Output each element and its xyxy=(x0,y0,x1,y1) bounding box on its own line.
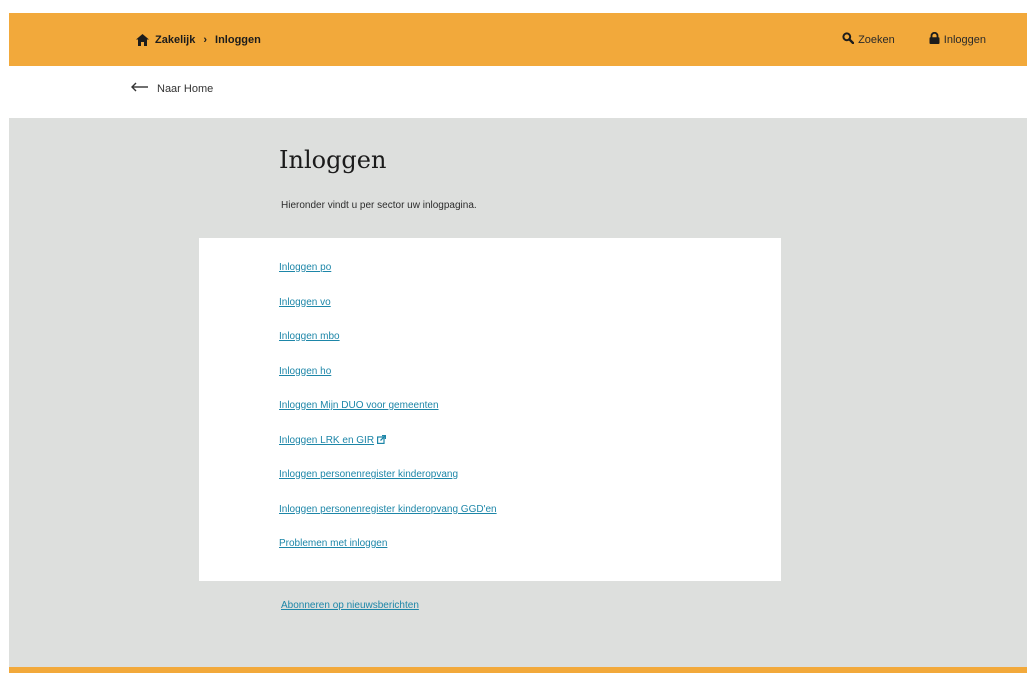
arrow-left-icon xyxy=(131,82,149,95)
login-label: Inloggen xyxy=(943,33,986,46)
list-item: Inloggen mbo xyxy=(279,331,497,366)
breadcrumb-separator: › xyxy=(203,33,208,46)
main-content: Inloggen Hieronder vindt u per sector uw… xyxy=(9,118,1027,667)
link-inloggen-personenregister[interactable]: Inloggen personenregister kinderopvang xyxy=(279,469,458,480)
link-inloggen-personenregister-ggd[interactable]: Inloggen personenregister kinderopvang G… xyxy=(279,504,497,515)
intro-text: Hieronder vindt u per sector uw inlogpag… xyxy=(281,200,477,211)
back-to-home-link[interactable]: Naar Home xyxy=(131,82,213,95)
page: Zakelijk › Inloggen Zoeken Inloggen Naar… xyxy=(0,0,1027,673)
back-navigation-bar: Naar Home xyxy=(9,66,1027,118)
link-inloggen-lrk-gir[interactable]: Inloggen LRK en GIR xyxy=(279,435,374,446)
breadcrumb-current: Inloggen xyxy=(215,33,261,46)
list-item: Inloggen ho xyxy=(279,366,497,401)
link-inloggen-mbo[interactable]: Inloggen mbo xyxy=(279,331,340,342)
login-links-card: Inloggen po Inloggen vo Inloggen mbo Inl… xyxy=(199,238,781,581)
home-icon[interactable] xyxy=(136,33,149,46)
search-icon xyxy=(842,32,855,47)
link-inloggen-mijn-duo-gemeenten[interactable]: Inloggen Mijn DUO voor gemeenten xyxy=(279,400,439,411)
link-inloggen-ho[interactable]: Inloggen ho xyxy=(279,366,331,377)
breadcrumb: Zakelijk › Inloggen xyxy=(136,13,261,66)
list-item: Inloggen LRK en GIR xyxy=(279,434,497,470)
login-links-list: Inloggen po Inloggen vo Inloggen mbo Inl… xyxy=(279,262,497,573)
breadcrumb-zakelijk[interactable]: Zakelijk xyxy=(155,34,195,46)
top-header-bar: Zakelijk › Inloggen Zoeken Inloggen xyxy=(9,13,1027,66)
link-inloggen-vo[interactable]: Inloggen vo xyxy=(279,297,331,308)
link-problemen-met-inloggen[interactable]: Problemen met inloggen xyxy=(279,538,387,549)
link-inloggen-po[interactable]: Inloggen po xyxy=(279,262,331,273)
login-button[interactable]: Inloggen xyxy=(929,31,986,47)
external-link-icon xyxy=(377,434,387,447)
search-label: Zoeken xyxy=(858,33,895,46)
list-item: Problemen met inloggen xyxy=(279,538,497,573)
page-title: Inloggen xyxy=(279,146,387,174)
header-actions: Zoeken Inloggen xyxy=(842,13,986,66)
list-item: Inloggen po xyxy=(279,262,497,297)
bottom-accent-bar xyxy=(9,667,1027,673)
list-item: Inloggen personenregister kinderopvang G… xyxy=(279,504,497,539)
lock-icon xyxy=(929,31,940,47)
subscribe-news-link[interactable]: Abonneren op nieuwsberichten xyxy=(281,600,419,611)
search-button[interactable]: Zoeken xyxy=(842,32,895,47)
list-item: Inloggen vo xyxy=(279,297,497,332)
list-item: Inloggen personenregister kinderopvang xyxy=(279,469,497,504)
back-link-label: Naar Home xyxy=(157,82,214,95)
list-item: Inloggen Mijn DUO voor gemeenten xyxy=(279,400,497,435)
